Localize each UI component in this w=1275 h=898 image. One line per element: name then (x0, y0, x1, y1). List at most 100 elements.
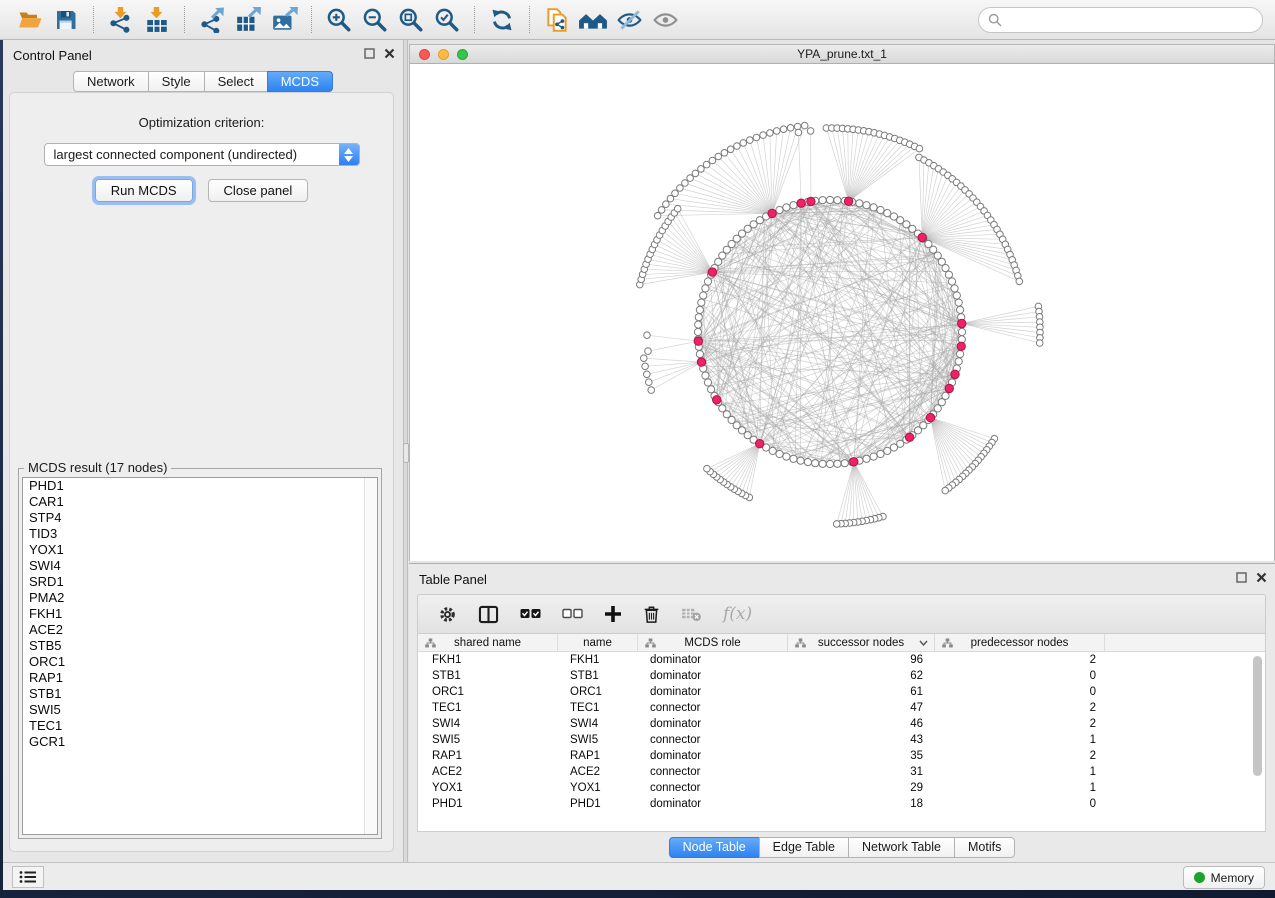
duplicate-network-button[interactable] (539, 4, 575, 36)
mcds-result-item[interactable]: RAP1 (23, 670, 377, 686)
delete-columns-button[interactable] (643, 605, 660, 624)
network-node[interactable] (819, 460, 826, 467)
zoom-fit-button[interactable] (393, 4, 429, 36)
network-node[interactable] (747, 137, 754, 144)
close-panel-button[interactable]: Close panel (208, 179, 309, 202)
mcds-result-item[interactable]: ORC1 (23, 654, 377, 670)
network-node[interactable] (916, 145, 923, 152)
network-node[interactable] (695, 314, 702, 321)
memory-button[interactable]: Memory (1183, 866, 1265, 889)
import-table-button[interactable] (139, 4, 175, 36)
network-node[interactable] (783, 204, 790, 211)
network-node[interactable] (826, 196, 833, 203)
tab-node-table[interactable]: Node Table (669, 837, 760, 858)
mcds-hub-node[interactable] (905, 433, 913, 441)
network-node[interactable] (826, 460, 833, 467)
table-row[interactable]: YOX1YOX1connector291 (418, 780, 1265, 796)
network-node[interactable] (804, 459, 811, 466)
network-node[interactable] (674, 205, 681, 212)
tab-motifs[interactable]: Motifs (954, 837, 1015, 858)
mcds-hub-node[interactable] (958, 319, 966, 327)
table-row[interactable]: PHD1PHD1dominator180 (418, 796, 1265, 812)
network-node[interactable] (663, 201, 670, 208)
deselect-all-button[interactable] (562, 607, 583, 621)
table-row[interactable]: TEC1TEC1connector472 (418, 700, 1265, 716)
mcds-result-item[interactable]: STB5 (23, 638, 377, 654)
close-panel-icon[interactable] (1256, 572, 1267, 583)
mcds-result-item[interactable]: CAR1 (23, 494, 377, 510)
network-node[interactable] (807, 128, 814, 135)
mcds-result-item[interactable]: PHD1 (23, 478, 377, 494)
network-node[interactable] (648, 387, 655, 394)
column-header-mcds-role[interactable]: MCDS role (638, 634, 788, 651)
network-node[interactable] (644, 332, 651, 339)
tab-edge-table[interactable]: Edge Table (759, 837, 849, 858)
zoom-out-button[interactable] (357, 4, 393, 36)
delete-table-button[interactable] (681, 606, 702, 622)
table-row[interactable]: FKH1FKH1dominator962 (418, 652, 1265, 668)
network-node[interactable] (645, 348, 652, 355)
export-network-button[interactable] (194, 4, 230, 36)
table-scrollbar[interactable] (1253, 656, 1262, 776)
mcds-result-item[interactable]: TID3 (23, 526, 377, 542)
tab-network[interactable]: Network (73, 71, 149, 92)
network-node[interactable] (687, 175, 694, 182)
network-node[interactable] (945, 271, 952, 278)
network-node[interactable] (769, 447, 776, 454)
mcds-hub-node[interactable] (807, 197, 815, 205)
mcds-result-item[interactable]: SWI5 (23, 702, 377, 718)
mcds-hub-node[interactable] (697, 358, 705, 366)
network-node[interactable] (644, 371, 651, 378)
table-row[interactable]: ORC1ORC1dominator610 (418, 684, 1265, 700)
float-panel-icon[interactable] (364, 48, 375, 59)
network-node[interactable] (776, 206, 783, 213)
network-node[interactable] (709, 157, 716, 164)
network-node[interactable] (642, 363, 649, 370)
network-node[interactable] (834, 197, 841, 204)
network-node[interactable] (658, 207, 665, 214)
network-node[interactable] (721, 150, 728, 157)
select-all-button[interactable] (520, 607, 541, 621)
network-node[interactable] (953, 292, 960, 299)
network-node[interactable] (677, 185, 684, 192)
column-header-predecessor-nodes[interactable]: predecessor nodes (935, 634, 1105, 651)
column-header-successor-nodes[interactable]: successor nodes (788, 634, 935, 651)
table-mode-button[interactable] (438, 605, 457, 624)
network-node[interactable] (890, 444, 897, 451)
network-node[interactable] (708, 386, 715, 393)
mcds-result-list[interactable]: PHD1CAR1STP4TID3YOX1SWI4SRD1PMA2FKH1ACE2… (22, 477, 378, 835)
mcds-hub-node[interactable] (918, 233, 926, 241)
network-node[interactable] (672, 190, 679, 197)
network-graph[interactable] (410, 64, 1275, 562)
save-session-button[interactable] (48, 4, 84, 36)
window-minimize-icon[interactable] (438, 49, 449, 60)
network-node[interactable] (955, 358, 962, 365)
mcds-result-item[interactable]: TEC1 (23, 718, 377, 734)
mcds-result-item[interactable]: ACE2 (23, 622, 377, 638)
window-close-icon[interactable] (419, 49, 430, 60)
export-table-button[interactable] (230, 4, 266, 36)
network-node[interactable] (682, 180, 689, 187)
network-node[interactable] (646, 379, 653, 386)
network-node[interactable] (787, 125, 794, 132)
mcds-result-item[interactable]: GCR1 (23, 734, 377, 750)
network-node[interactable] (1016, 278, 1023, 285)
network-node[interactable] (863, 202, 870, 209)
mcds-hub-node[interactable] (768, 209, 776, 217)
network-node[interactable] (740, 140, 747, 147)
network-canvas[interactable] (410, 64, 1274, 561)
network-node[interactable] (957, 306, 964, 313)
network-node[interactable] (702, 372, 709, 379)
table-row[interactable]: STB1STB1dominator620 (418, 668, 1265, 684)
network-node[interactable] (773, 128, 780, 135)
tab-select[interactable]: Select (204, 71, 268, 92)
mcds-hub-node[interactable] (708, 268, 716, 276)
tab-mcds[interactable]: MCDS (267, 71, 333, 92)
network-node[interactable] (863, 455, 870, 462)
network-node[interactable] (942, 265, 949, 272)
show-columns-button[interactable] (478, 605, 499, 624)
window-maximize-icon[interactable] (457, 49, 468, 60)
network-node[interactable] (819, 197, 826, 204)
refresh-layout-button[interactable] (484, 4, 520, 36)
tab-network-table[interactable]: Network Table (848, 837, 955, 858)
